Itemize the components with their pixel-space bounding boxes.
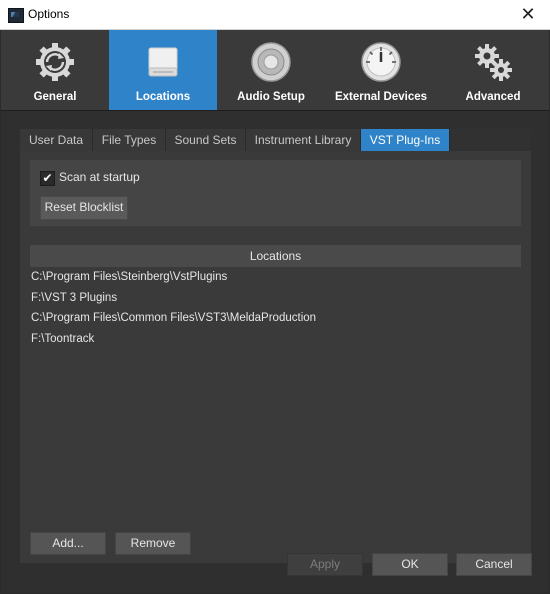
title-bar: Options ✕ (0, 0, 550, 30)
tab-external-devices[interactable]: External Devices (325, 30, 437, 110)
tab-file-types[interactable]: File Types (93, 129, 166, 151)
locations-header: Locations (30, 245, 521, 267)
drive-icon (148, 47, 178, 77)
tab-advanced[interactable]: Advanced (437, 30, 549, 110)
tab-user-data[interactable]: User Data (20, 129, 93, 151)
tab-audio-setup[interactable]: Audio Setup (217, 30, 325, 110)
scan-at-startup-checkbox[interactable]: ✔ (40, 171, 55, 186)
tab-advanced-label: Advanced (465, 91, 521, 103)
tab-locations[interactable]: Locations (109, 30, 217, 110)
vst-plugins-panel: ✔ Scan at startup Reset Blocklist Locati… (20, 151, 531, 563)
tab-locations-label: Locations (135, 91, 191, 103)
speaker-icon (251, 42, 291, 82)
tab-external-devices-label: External Devices (334, 91, 428, 103)
subtab-bar: User Data File Types Sound Sets Instrume… (20, 129, 531, 151)
tab-general-label: General (33, 91, 77, 103)
list-item[interactable]: C:\Program Files\Steinberg\VstPlugins (30, 267, 521, 288)
cancel-button[interactable]: Cancel (456, 553, 532, 576)
tab-audio-setup-label: Audio Setup (237, 91, 305, 103)
gears-icon (475, 44, 512, 81)
options-window: General Locations Audio Setup External D… (1, 30, 549, 593)
tab-sound-sets[interactable]: Sound Sets (166, 129, 246, 151)
tab-general[interactable]: General (1, 30, 109, 110)
tab-vst-plug-ins[interactable]: VST Plug-Ins (361, 129, 450, 151)
scan-options-group: ✔ Scan at startup Reset Blocklist (30, 160, 521, 226)
locations-panel: User Data File Types Sound Sets Instrume… (20, 129, 531, 563)
list-item[interactable]: C:\Program Files\Common Files\VST3\Melda… (30, 308, 521, 329)
close-button[interactable]: ✕ (506, 0, 550, 29)
category-toolbar: General Locations Audio Setup External D… (1, 30, 549, 111)
remove-button[interactable]: Remove (115, 532, 191, 555)
tab-instrument-library[interactable]: Instrument Library (246, 129, 361, 151)
list-item[interactable]: F:\Toontrack (30, 329, 521, 350)
reset-blocklist-button[interactable]: Reset Blocklist (40, 196, 128, 220)
list-item[interactable]: F:\VST 3 Plugins (30, 288, 521, 309)
ok-button[interactable]: OK (372, 553, 448, 576)
window-title: Options (28, 7, 70, 21)
scan-at-startup-label: Scan at startup (59, 170, 140, 184)
app-icon (8, 8, 24, 23)
add-button[interactable]: Add... (30, 532, 106, 555)
dial-icon (361, 42, 401, 82)
gear-sync-icon (36, 43, 74, 81)
apply-button[interactable]: Apply (287, 553, 363, 576)
locations-list[interactable]: C:\Program Files\Steinberg\VstPlugins F:… (30, 267, 521, 507)
